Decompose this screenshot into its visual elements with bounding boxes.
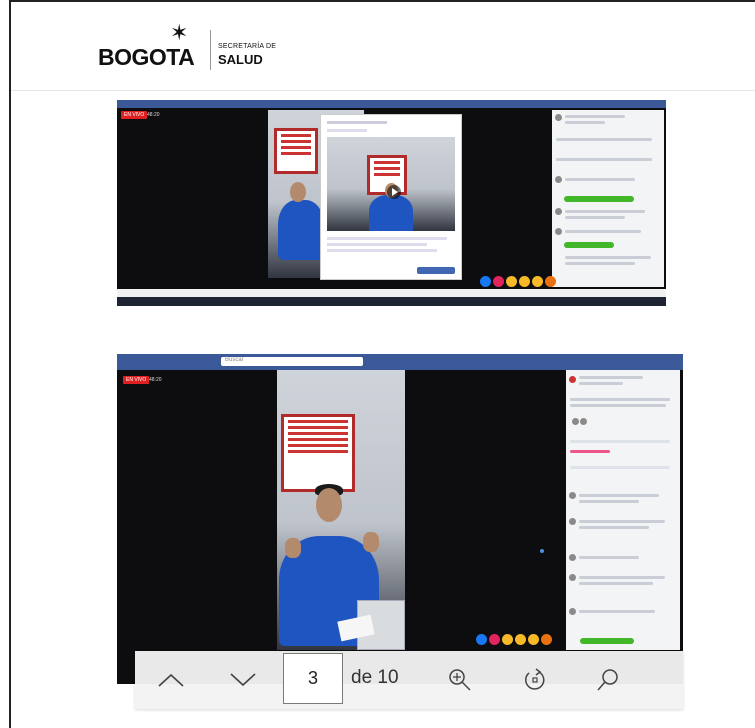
rotate-icon: [525, 668, 545, 690]
next-page-button[interactable]: [225, 665, 261, 695]
haha-icon: [502, 634, 513, 645]
love-icon: [493, 276, 504, 287]
comments-panel: [566, 370, 680, 650]
search-button[interactable]: [590, 665, 626, 695]
angry-icon: [545, 276, 556, 287]
post-button: [417, 267, 455, 274]
share-dialog: [320, 114, 462, 280]
logo-secretaria: SECRETARÍA DE: [218, 43, 277, 50]
zoom-in-button[interactable]: [442, 665, 478, 695]
page-number-input[interactable]: 3: [283, 653, 343, 704]
angry-icon: [541, 634, 552, 645]
person-body: [278, 200, 324, 260]
page-total-label: de 10: [351, 667, 399, 688]
dialog-video: [327, 137, 455, 231]
haha-icon: [506, 276, 517, 287]
poster: [281, 414, 355, 492]
person-head: [316, 488, 342, 522]
facebook-topbar: Buscar: [117, 354, 683, 370]
previous-page-button[interactable]: [153, 665, 189, 695]
poster: [274, 128, 318, 174]
logo-divider: [210, 30, 211, 70]
like-icon: [476, 634, 487, 645]
pdf-viewer-toolbar: 3 de 10: [135, 651, 683, 709]
right-hand: [363, 532, 379, 552]
facebook-topbar: [117, 100, 666, 108]
live-time: 48:20: [147, 112, 160, 118]
header-divider: [11, 90, 755, 91]
zoom-in-icon: [449, 669, 471, 691]
like-icon: [480, 276, 491, 287]
live-badge: EN VIVO: [121, 111, 148, 119]
video-pane: [277, 370, 405, 650]
love-icon: [489, 634, 500, 645]
chevron-down-icon: [230, 673, 256, 687]
bogota-logo: BOGOTA ✶ SECRETARÍA DE SALUD: [98, 20, 288, 76]
live-time: 48:20: [149, 377, 162, 383]
sad-icon: [532, 276, 543, 287]
facebook-search-input: Buscar: [221, 357, 363, 366]
wow-icon: [519, 276, 530, 287]
logo-wordmark: BOGOTA: [98, 44, 195, 70]
sad-icon: [528, 634, 539, 645]
play-icon: [387, 185, 401, 199]
live-badge: EN VIVO: [123, 376, 150, 384]
star-icon: ✶: [170, 20, 189, 45]
cursor-dot: [540, 549, 544, 553]
wow-icon: [515, 634, 526, 645]
person-head: [290, 182, 306, 202]
search-icon: [597, 669, 618, 691]
windows-taskbar: [117, 297, 666, 306]
comments-panel: [552, 110, 664, 287]
browser-statusbar: [117, 289, 666, 297]
rotate-button[interactable]: [517, 665, 553, 695]
left-hand: [285, 538, 301, 558]
logo-salud: SALUD: [218, 52, 263, 67]
facebook-live-screenshot-2: Buscar EN VIVO 48:20: [117, 354, 683, 684]
chevron-up-icon: [158, 673, 184, 687]
facebook-live-screenshot-1: EN VIVO 48:20: [117, 100, 666, 306]
